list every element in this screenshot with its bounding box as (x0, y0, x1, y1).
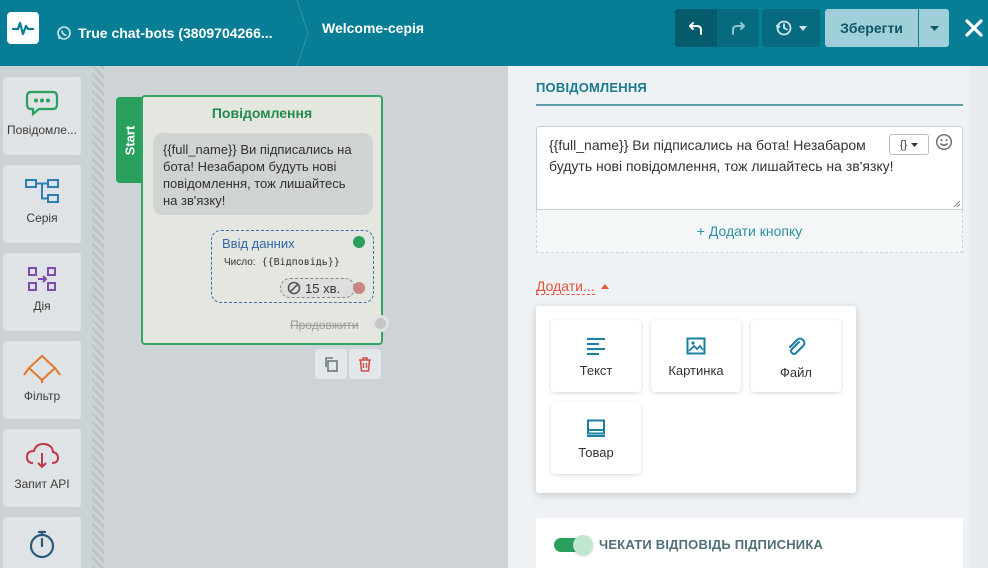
save-button[interactable]: Зберегти (825, 9, 918, 47)
continue-label: Продовжити (290, 318, 359, 332)
wait-reply-toggle[interactable] (554, 535, 593, 555)
sidebar-item-label: Повідомле... (7, 123, 77, 137)
undo-button[interactable] (675, 9, 717, 47)
sidebar-item-action[interactable]: Дія (3, 253, 81, 331)
add-text-tile[interactable]: Текст (551, 320, 641, 392)
emoji-button[interactable] (935, 133, 953, 156)
tile-label: Текст (579, 363, 613, 378)
tile-label: Картинка (668, 363, 724, 378)
chevron-down-icon (799, 25, 807, 31)
breadcrumb-flow[interactable]: Welcome-серія (322, 0, 424, 56)
add-product-tile[interactable]: Товар (551, 402, 641, 474)
tile-label: Товар (578, 445, 614, 460)
breadcrumb-separator-icon (296, 0, 309, 66)
history-icon (775, 20, 792, 36)
input-data-title: Ввід данних (222, 236, 295, 251)
sidebar-item-label: Фільтр (23, 389, 61, 403)
add-file-tile[interactable]: Файл (751, 320, 841, 392)
copy-node-button[interactable] (315, 349, 347, 379)
insert-variable-button[interactable]: {} (889, 134, 929, 155)
no-entry-icon (287, 281, 301, 295)
bot-name: True chat-bots (3809704266... (78, 25, 273, 41)
add-content-label: Додати... (536, 278, 595, 295)
node-message-text: {{full_name}} Ви підписались на бота! Не… (153, 133, 373, 215)
tile-label: Файл (780, 365, 812, 380)
input-data-variable: Число: {{Відповідь}} (224, 257, 340, 268)
delete-node-button[interactable] (349, 349, 381, 379)
add-button[interactable]: + Додати кнопку (536, 210, 963, 253)
message-text: {{full_name}} Ви підписались на бота! Не… (549, 137, 894, 174)
sidebar-item-label: Серія (26, 211, 58, 225)
action-icon (28, 267, 56, 291)
timeout-badge[interactable]: 15 хв. (280, 278, 355, 298)
product-icon (587, 419, 605, 437)
sidebar-item-label: Дія (33, 299, 51, 313)
resize-handle-icon[interactable] (953, 200, 961, 208)
wait-reply-section: ЧЕКАТИ ВІДПОВІДЬ ПІДПИСНИКА (536, 518, 963, 568)
stopwatch-icon (29, 530, 55, 559)
message-node[interactable]: Повідомлення {{full_name}} Ви підписалис… (141, 95, 383, 345)
redo-button[interactable] (717, 9, 759, 47)
section-title: ПОВІДОМЛЕННЯ (536, 80, 963, 106)
filter-icon (23, 354, 61, 383)
app-logo-icon[interactable] (7, 12, 39, 44)
breadcrumb-bot[interactable]: True chat-bots (3809704266... (56, 0, 306, 66)
add-content-dropdown[interactable]: Додати... (536, 278, 609, 295)
timeout-connector-dot[interactable] (353, 282, 365, 294)
chat-bubble-icon (25, 90, 59, 117)
input-connector-dot[interactable] (353, 236, 365, 248)
variable-braces-icon: {} (899, 138, 908, 151)
smiley-icon (935, 133, 953, 151)
add-image-tile[interactable]: Картинка (651, 320, 741, 392)
whatsapp-icon (57, 26, 71, 40)
save-options-button[interactable] (919, 9, 949, 47)
canvas-edge (92, 66, 104, 568)
wait-reply-label: ЧЕКАТИ ВІДПОВІДЬ ПІДПИСНИКА (599, 537, 824, 552)
trash-icon (359, 357, 371, 372)
undo-icon (689, 22, 702, 35)
caret-up-icon (600, 284, 609, 289)
sidebar-item-filter[interactable]: Фільтр (3, 341, 81, 419)
close-icon (965, 19, 983, 37)
chevron-down-icon (911, 142, 919, 147)
text-icon (587, 338, 605, 355)
sidebar-item-timer[interactable] (3, 517, 81, 568)
sidebar-item-api[interactable]: Запит API (3, 429, 81, 507)
close-button[interactable] (960, 12, 988, 44)
cloud-api-icon (25, 442, 60, 469)
sidebar-item-label: Запит API (14, 477, 70, 491)
panel-scrollbar[interactable] (970, 66, 988, 568)
flow-chart-icon (25, 179, 59, 203)
sidebar-item-message[interactable]: Повідомле... (3, 77, 81, 155)
chevron-down-icon (929, 25, 939, 31)
node-title: Повідомлення (211, 105, 313, 121)
flow-name: Welcome-серія (322, 20, 425, 36)
toggle-knob (573, 535, 593, 555)
continue-connector-dot[interactable] (372, 315, 389, 332)
start-marker: Start (116, 97, 144, 183)
undo-redo-group (675, 9, 759, 47)
redo-icon (732, 22, 745, 35)
history-button[interactable] (762, 9, 820, 47)
add-content-menu: Текст Картинка Файл Товар (536, 306, 856, 493)
image-icon (686, 337, 706, 355)
input-data-block[interactable]: Ввід данних Число: {{Відповідь}} 15 хв. (211, 230, 374, 303)
message-textarea[interactable]: {{full_name}} Ви підписались на бота! Не… (536, 126, 963, 210)
paperclip-icon (789, 337, 806, 355)
sidebar-item-series[interactable]: Серія (3, 165, 81, 243)
copy-icon (325, 357, 338, 372)
